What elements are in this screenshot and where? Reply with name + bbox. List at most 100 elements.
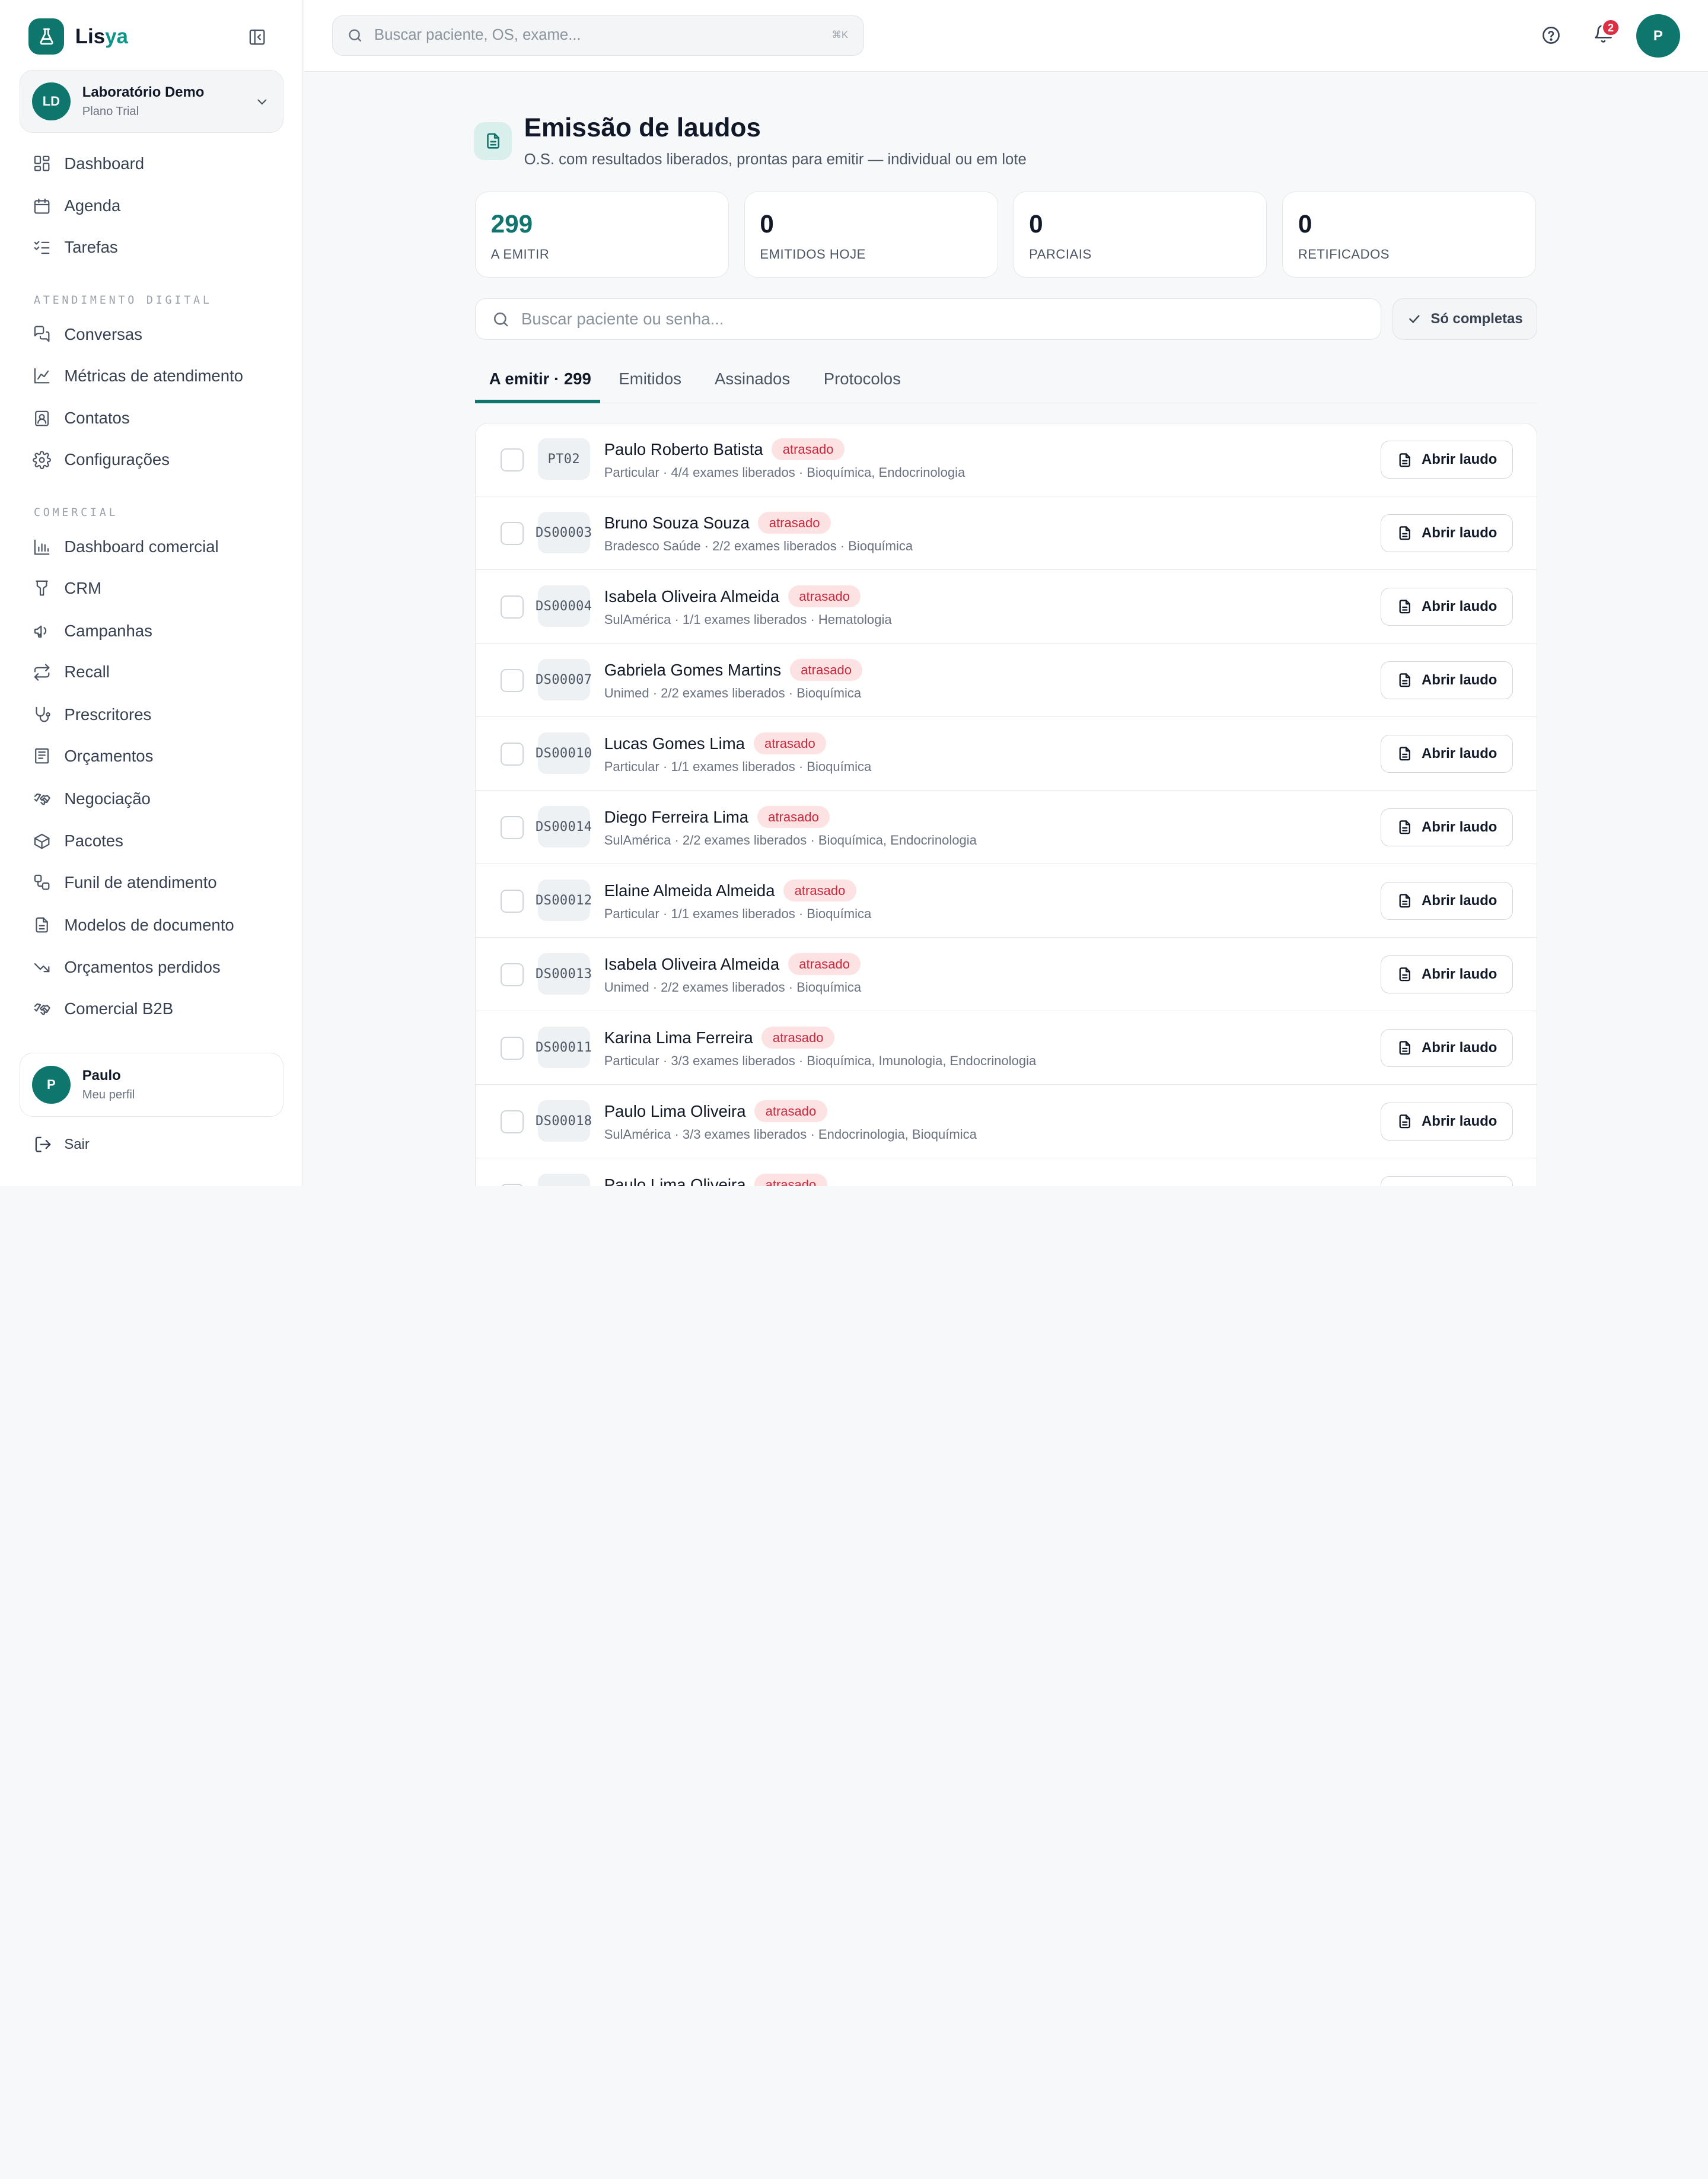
sidebar-item-recall[interactable]: Recall: [33, 659, 110, 685]
org-switcher[interactable]: LD Laboratório Demo Plano Trial: [20, 69, 283, 133]
open-report-button[interactable]: Abrir laudo: [1381, 808, 1513, 847]
order-code: DS00014: [536, 806, 592, 848]
tab-emitidos[interactable]: Emitidos: [619, 369, 681, 388]
sidebar-item-funil-de-atendimento[interactable]: Funil de atendimento: [33, 869, 217, 896]
tab-assinados[interactable]: Assinados: [715, 369, 790, 388]
avatar[interactable]: P: [1636, 14, 1680, 58]
table-row[interactable]: DS00011 Karina Lima Ferreira atrasado Parti…: [475, 1012, 1537, 1085]
bar-chart-icon: [34, 539, 50, 555]
sidebar-item-negociacao[interactable]: Negociação: [33, 785, 151, 811]
stat-card-retificados: 0 RETIFICADOS: [1282, 192, 1537, 278]
open-report-button[interactable]: Abrir laudo: [1381, 588, 1513, 626]
sidebar-item-label: Dashboard comercial: [64, 537, 219, 556]
table-row[interactable]: DS00019 Paulo Lima Oliveira atrasado Abrir …: [476, 1159, 1537, 1187]
table-row[interactable]: DS00010 Lucas Gomes Lima atrasado Particula…: [475, 718, 1537, 791]
section-label-comercial: COMERCIAL: [33, 506, 119, 520]
row-meta: Particular · 1/1 exames liberados · Bioq…: [604, 759, 872, 774]
org-name: Laboratório Demo: [82, 84, 205, 100]
sidebar-item-label: Orçamentos perdidos: [64, 958, 221, 977]
sidebar-item-modelos-de-documento[interactable]: Modelos de documento: [33, 912, 234, 938]
open-report-button[interactable]: Abrir laudo: [1381, 661, 1513, 700]
row-meta: Bradesco Saúde · 2/2 exames liberados · …: [604, 538, 913, 553]
open-report-button[interactable]: Abrir laudo: [1381, 882, 1513, 920]
sidebar-item-orcamentos-perdidos[interactable]: Orçamentos perdidos: [33, 954, 221, 980]
sidebar-item-campanhas[interactable]: Campanhas: [33, 618, 152, 644]
app: Lisya LD Laboratório Demo Plano Trial Da…: [0, 0, 1708, 1187]
sidebar-item-label: Pacotes: [64, 832, 123, 850]
row-checkbox[interactable]: [501, 448, 524, 472]
sidebar: Lisya LD Laboratório Demo Plano Trial Da…: [0, 0, 303, 1187]
tab-protocolos[interactable]: Protocolos: [824, 369, 901, 388]
sidebar-item-tarefas[interactable]: Tarefas: [33, 234, 118, 260]
table-row[interactable]: DS00013 Isabela Oliveira Almeida atrasado U…: [475, 938, 1537, 1011]
open-report-label: Abrir laudo: [1422, 1113, 1497, 1130]
sidebar-item-pacotes[interactable]: Pacotes: [33, 828, 123, 854]
sidebar-item-metricas-de-atendimento[interactable]: Métricas de atendimento: [33, 363, 243, 389]
open-report-button[interactable]: Abrir laudo: [1381, 1103, 1513, 1141]
table-row[interactable]: PT02 Paulo Roberto Batista atrasado Particu…: [475, 423, 1537, 496]
line-chart-icon: [34, 368, 50, 384]
global-search-input[interactable]: Buscar paciente, OS, exame... ⌘K: [332, 15, 864, 56]
row-checkbox[interactable]: [501, 521, 524, 545]
brand[interactable]: Lisya: [28, 18, 128, 55]
open-report-button[interactable]: Abrir laudo: [1381, 735, 1513, 773]
open-report-button[interactable]: Abrir laudo: [1381, 1176, 1513, 1187]
repeat-icon: [34, 664, 50, 681]
status-badge: atrasado: [754, 1100, 827, 1123]
document-icon: [1399, 600, 1410, 614]
sidebar-item-orcamentos[interactable]: Orçamentos: [33, 743, 153, 769]
table-row[interactable]: DS00004 Isabela Oliveira Almeida atrasado S…: [475, 571, 1537, 643]
sidebar-item-contatos[interactable]: Contatos: [33, 405, 130, 431]
row-checkbox[interactable]: [501, 1110, 524, 1133]
document-icon: [474, 122, 512, 161]
row-checkbox[interactable]: [501, 668, 524, 692]
sidebar-item-dashboard[interactable]: Dashboard: [33, 151, 144, 177]
row-checkbox[interactable]: [501, 595, 524, 619]
help-icon[interactable]: [1541, 25, 1562, 50]
patient-name: Lucas Gomes Lima: [604, 734, 745, 753]
sidebar-item-agenda[interactable]: Agenda: [33, 193, 120, 219]
open-report-button[interactable]: Abrir laudo: [1381, 955, 1513, 994]
sidebar-item-conversas[interactable]: Conversas: [33, 321, 142, 348]
open-report-button[interactable]: Abrir laudo: [1381, 441, 1513, 479]
open-report-label: Abrir laudo: [1422, 598, 1497, 615]
open-report-label: Abrir laudo: [1422, 525, 1497, 541]
row-checkbox[interactable]: [501, 815, 524, 839]
notification-badge: 2: [1601, 18, 1620, 37]
sidebar-collapse-icon[interactable]: [246, 26, 268, 48]
logout-icon: [35, 1136, 51, 1152]
patient-search-input[interactable]: Buscar paciente ou senha...: [474, 298, 1382, 340]
document-icon: [1399, 1041, 1410, 1055]
stat-card-a-emitir: 299 A EMITIR: [474, 192, 729, 278]
table-row[interactable]: DS00003 Bruno Souza Souza atrasado Bradesco…: [475, 497, 1537, 570]
row-checkbox[interactable]: [501, 742, 524, 766]
report-list: PT02 Paulo Roberto Batista atrasado Particu…: [474, 422, 1537, 1187]
stat-value: 0: [760, 209, 774, 238]
calendar-icon: [34, 198, 50, 214]
logout-button[interactable]: Sair: [34, 1135, 90, 1154]
table-row[interactable]: DS00007 Gabriela Gomes Martins atrasado Uni…: [475, 644, 1537, 717]
table-row[interactable]: DS00012 Elaine Almeida Almeida atrasado Par…: [475, 865, 1537, 938]
row-checkbox[interactable]: [501, 889, 524, 913]
only-complete-toggle[interactable]: Só completas: [1392, 298, 1537, 340]
sidebar-item-crm[interactable]: CRM: [33, 575, 101, 601]
search-icon: [349, 29, 362, 42]
row-checkbox[interactable]: [501, 963, 524, 986]
order-code: DS00019: [537, 1174, 590, 1187]
flask-icon: [28, 18, 65, 55]
table-row[interactable]: DS00014 Diego Ferreira Lima atrasado SulAmé…: [475, 791, 1537, 864]
status-badge: atrasado: [789, 659, 863, 681]
user-profile-card[interactable]: P Paulo Meu perfil: [20, 1052, 283, 1117]
logout-label: Sair: [64, 1136, 90, 1152]
sidebar-item-dashboard-comercial[interactable]: Dashboard comercial: [33, 534, 219, 560]
sidebar-item-prescritores[interactable]: Prescritores: [33, 702, 151, 728]
sidebar-item-comercial-b2b[interactable]: Comercial B2B: [33, 996, 173, 1022]
open-report-button[interactable]: Abrir laudo: [1381, 1029, 1513, 1068]
sidebar-item-label: Funil de atendimento: [64, 872, 217, 891]
open-report-button[interactable]: Abrir laudo: [1381, 514, 1513, 553]
row-checkbox[interactable]: [501, 1036, 524, 1060]
row-meta: SulAmérica · 2/2 exames liberados · Bioq…: [604, 832, 977, 848]
tab-a-emitir[interactable]: A emitir · 299: [489, 369, 591, 388]
table-row[interactable]: DS00018 Paulo Lima Oliveira atrasado SulAmé…: [475, 1085, 1537, 1158]
sidebar-item-configuracoes[interactable]: Configurações: [33, 447, 170, 473]
